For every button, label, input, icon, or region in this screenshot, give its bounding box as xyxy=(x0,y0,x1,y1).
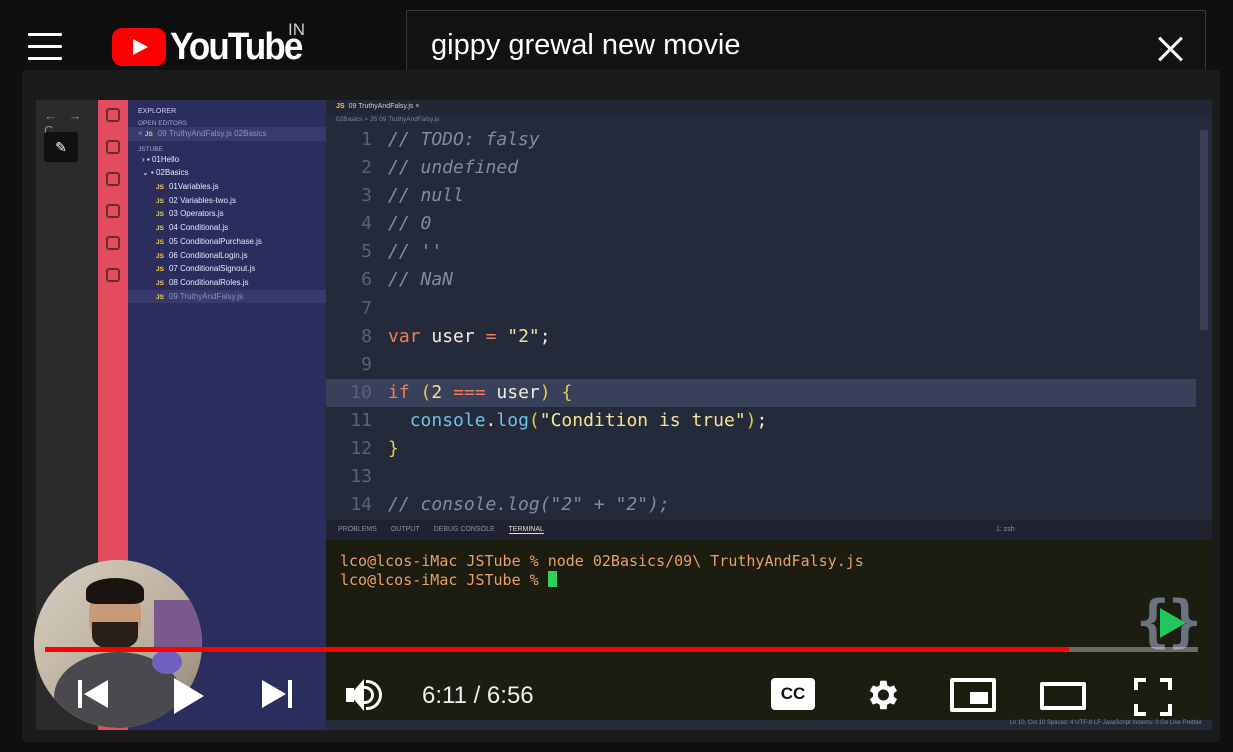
panel-tab: DEBUG CONSOLE xyxy=(433,526,495,533)
line-number: 4 xyxy=(361,213,372,235)
code-line: 13 xyxy=(326,463,1196,491)
code-text: var user = "2"; xyxy=(388,325,551,347)
line-number: 14 xyxy=(350,494,372,516)
explorer-title: EXPLORER xyxy=(138,108,177,115)
line-number: 10 xyxy=(350,381,372,403)
code-text: if (2 === user) { xyxy=(388,381,573,403)
line-number: 9 xyxy=(361,353,372,375)
code-text: // '' xyxy=(388,241,443,263)
code-line: 8 var user = "2"; xyxy=(326,323,1196,351)
progress-bar[interactable] xyxy=(45,647,1198,652)
line-number: 7 xyxy=(361,297,372,319)
code-line: 2 // undefined xyxy=(326,154,1196,182)
code-line: 4 // 0 xyxy=(326,210,1196,238)
search-input[interactable]: gippy grewal new movie xyxy=(431,29,740,62)
panel-tabs: PROBLEMS OUTPUT DEBUG CONSOLE TERMINAL 1… xyxy=(326,520,1212,540)
editor-tab: JS 09 TruthyAndFalsy.js × xyxy=(326,100,1212,114)
player-controls: 6:11 / 6:56 CC xyxy=(0,660,1233,730)
panel-tab: PROBLEMS xyxy=(338,526,377,533)
progress-played xyxy=(45,647,1069,652)
previous-icon[interactable] xyxy=(78,678,110,710)
code-text: // undefined xyxy=(388,157,519,179)
play-icon[interactable] xyxy=(174,678,206,714)
files-icon xyxy=(106,108,120,122)
fullscreen-icon[interactable] xyxy=(1134,678,1172,716)
code-text: // console.log("2" + "2"); xyxy=(388,494,670,516)
file-item: JS 03 Operators.js xyxy=(156,209,224,219)
code-line: 10 if (2 === user) { xyxy=(326,378,1196,407)
line-number: 12 xyxy=(350,438,372,460)
editor-breadcrumb: 02Basics > JS 09 TruthyAndFalsy.js xyxy=(336,116,440,123)
code-line: 7 xyxy=(326,295,1196,323)
line-number: 11 xyxy=(350,409,372,431)
docker-icon xyxy=(106,268,120,282)
file-item: JS 07 ConditionalSignout.js xyxy=(156,264,256,274)
pen-icon: ✎ xyxy=(44,132,78,162)
clear-search-icon[interactable] xyxy=(1155,33,1185,63)
open-editor-item: × JS 09 TruthyAndFalsy.js 02Basics xyxy=(128,127,326,141)
code-editor: JS 09 TruthyAndFalsy.js × 02Basics > JS 0… xyxy=(326,100,1212,520)
panel-tab: OUTPUT xyxy=(390,526,420,533)
channel-watermark-icon[interactable]: {} xyxy=(1136,592,1202,654)
editor-scrollbar xyxy=(1200,130,1208,330)
code-lines: 1 // TODO: falsy 2 // undefined 3 // null 4 // … xyxy=(326,126,1196,519)
code-line: 14 // console.log("2" + "2"); xyxy=(326,491,1196,519)
terminal-cursor xyxy=(547,571,557,587)
search-icon xyxy=(106,140,120,154)
captions-button[interactable]: CC xyxy=(771,678,815,710)
code-line: 5 // '' xyxy=(326,238,1196,266)
file-item: JS 02 Variables-two.js xyxy=(156,195,236,205)
terminal-prompt: lco@lcos-iMac JSTube % xyxy=(340,571,1212,590)
code-line: 1 // TODO: falsy xyxy=(326,126,1196,154)
code-line: 12} xyxy=(326,435,1196,463)
code-line: 3 // null xyxy=(326,182,1196,210)
line-number: 6 xyxy=(361,269,372,291)
line-number: 5 xyxy=(361,241,372,263)
file-item: JS 08 ConditionalRoles.js xyxy=(156,277,249,287)
code-text: console.log("Condition is true"); xyxy=(409,409,768,431)
code-text: // NaN xyxy=(388,269,454,291)
line-number: 8 xyxy=(361,325,372,347)
theater-mode-icon[interactable] xyxy=(1040,682,1086,710)
miniplayer-icon[interactable] xyxy=(950,678,996,712)
file-item: JS 06 ConditionalLogin.js xyxy=(156,250,248,260)
panel-tab-active: TERMINAL xyxy=(508,526,544,534)
open-editors-heading: OPEN EDITORS xyxy=(138,120,188,127)
code-text: // null xyxy=(388,185,464,207)
line-number: 3 xyxy=(361,185,372,207)
shell-select: 1: zsh xyxy=(996,526,1015,533)
code-line: 9 xyxy=(326,351,1196,379)
code-line: 6 // NaN xyxy=(326,266,1196,294)
line-number: 2 xyxy=(361,157,372,179)
code-text: } xyxy=(388,438,399,460)
file-item-active: JS 09 TruthyAndFalsy.js xyxy=(128,289,326,304)
volume-icon[interactable] xyxy=(346,678,386,712)
debug-icon xyxy=(106,204,120,218)
country-code: IN xyxy=(288,20,305,39)
youtube-logo[interactable]: YouTube xyxy=(112,24,313,70)
next-icon[interactable] xyxy=(262,678,294,710)
folder-item: ⌄ ▪ 02Basics xyxy=(142,168,189,178)
file-item: JS 04 Conditional.js xyxy=(156,223,229,233)
folder-item: › ▪ 01Hello xyxy=(142,154,180,164)
menu-icon[interactable] xyxy=(28,33,62,61)
youtube-play-icon xyxy=(112,28,166,66)
terminal-line: lco@lcos-iMac JSTube % node 02Basics/09\… xyxy=(340,552,864,570)
code-line: 11 console.log("Condition is true"); xyxy=(326,407,1196,435)
extensions-icon xyxy=(106,236,120,250)
code-text: // TODO: falsy xyxy=(388,129,540,150)
logo-text: YouTube xyxy=(170,25,303,68)
time-display: 6:11 / 6:56 xyxy=(422,682,534,709)
source-control-icon xyxy=(106,172,120,186)
line-number: 13 xyxy=(350,466,372,488)
file-item: JS 01Variables.js xyxy=(156,182,219,192)
code-text: // 0 xyxy=(388,213,432,235)
line-number: 1 xyxy=(361,129,372,150)
settings-icon[interactable] xyxy=(863,676,901,714)
project-heading: JSTUBE xyxy=(138,145,163,153)
file-item: JS 05 ConditionalPurchase.js xyxy=(156,236,262,246)
video-frame[interactable]: ← → C ✎ EXPLORER OPEN EDITORS × JS 09 Tru… xyxy=(36,100,1212,730)
